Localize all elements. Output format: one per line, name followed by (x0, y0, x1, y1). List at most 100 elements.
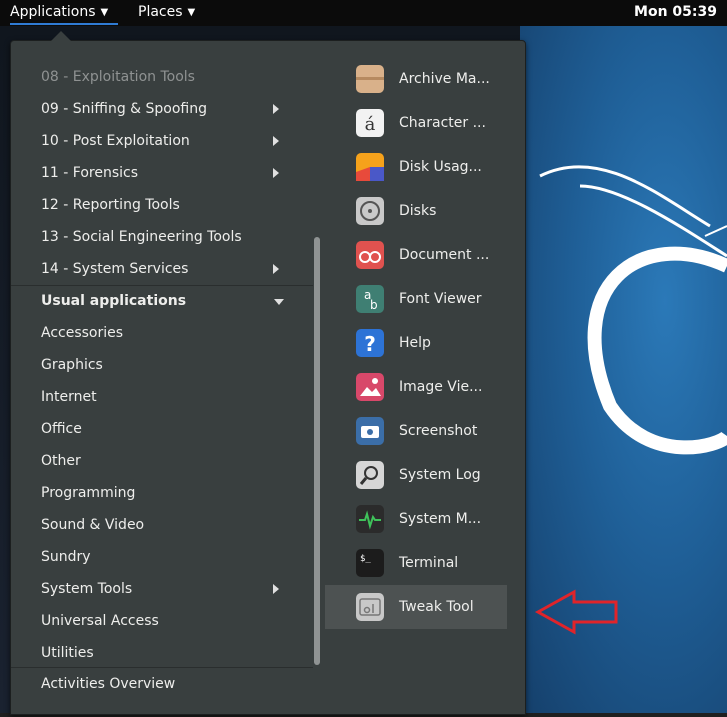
help-icon: ? (355, 328, 385, 358)
app-item[interactable]: ? Help (325, 321, 507, 365)
app-label: Archive Ma... (399, 71, 490, 87)
app-label: Document ... (399, 247, 490, 263)
category-item[interactable]: 09 - Sniffing & Spoofing (11, 93, 313, 125)
svg-text:?: ? (364, 332, 376, 356)
app-item[interactable]: System Log (325, 453, 507, 497)
app-item[interactable]: Screenshot (325, 409, 507, 453)
app-item[interactable]: Disks (325, 189, 507, 233)
disks-icon (355, 196, 385, 226)
app-item[interactable]: System M... (325, 497, 507, 541)
app-item[interactable]: Document ... (325, 233, 507, 277)
category-label: System Tools (41, 581, 133, 597)
font-viewer-icon: ab (355, 284, 385, 314)
app-label: Font Viewer (399, 291, 482, 307)
app-item[interactable]: $_ Terminal (325, 541, 507, 585)
category-item[interactable]: 12 - Reporting Tools (11, 189, 313, 221)
category-item[interactable]: 11 - Forensics (11, 157, 313, 189)
category-label: Other (41, 453, 81, 469)
category-item[interactable]: System Tools (11, 573, 313, 605)
category-label: 11 - Forensics (41, 165, 138, 181)
chevron-down-icon: ▼ (187, 7, 196, 18)
chevron-down-icon: ▼ (100, 7, 109, 18)
category-label: Office (41, 421, 82, 437)
app-label: Terminal (399, 555, 459, 571)
app-item[interactable]: Disk Usag... (325, 145, 507, 189)
category-label: Programming (41, 485, 136, 501)
category-item[interactable]: Accessories (11, 317, 313, 349)
category-label: 10 - Post Exploitation (41, 133, 190, 149)
category-label: 13 - Social Engineering Tools (41, 229, 242, 245)
app-label: Help (399, 335, 431, 351)
category-item[interactable]: Internet (11, 381, 313, 413)
app-label: Tweak Tool (399, 599, 474, 615)
category-label: Accessories (41, 325, 124, 341)
red-arrow-icon (534, 589, 618, 635)
svg-text:á: á (365, 114, 376, 135)
activities-overview-item[interactable]: Activities Overview (11, 668, 525, 700)
chevron-right-icon (273, 104, 279, 114)
app-list: Archive Ma... á Character ... Disk Usag... D… (325, 57, 509, 629)
category-item[interactable]: Sundry (11, 541, 313, 573)
app-label: Character ... (399, 115, 486, 131)
app-item[interactable]: á Character ... (325, 101, 507, 145)
svg-text:b: b (370, 298, 378, 312)
app-item[interactable]: a b Font Viewer (325, 277, 507, 321)
svg-text:$_: $_ (360, 554, 371, 564)
category-label: Sundry (41, 549, 91, 565)
scrollbar[interactable] (314, 237, 320, 665)
category-item[interactable]: Programming (11, 477, 313, 509)
category-item[interactable]: 08 - Exploitation Tools (11, 61, 313, 93)
category-item[interactable]: 13 - Social Engineering Tools (11, 221, 313, 253)
applications-label: Applications (10, 4, 96, 20)
places-menu-button[interactable]: Places ▼ (138, 0, 195, 26)
top-panel: Applications ▼ Places ▼ Mon 05:39 (0, 0, 727, 26)
applications-menu: 08 - Exploitation Tools 09 - Sniffing & S… (10, 40, 526, 715)
category-item[interactable]: Other (11, 445, 313, 477)
chevron-down-icon (274, 299, 284, 305)
app-item[interactable]: Tweak Tool (325, 585, 507, 629)
tweak-tool-icon (355, 592, 385, 622)
archive-icon (355, 64, 385, 94)
character-map-icon: á (355, 108, 385, 138)
category-label: Utilities (41, 645, 94, 661)
category-item[interactable]: Universal Access (11, 605, 313, 637)
category-item[interactable]: 10 - Post Exploitation (11, 125, 313, 157)
disk-usage-icon (355, 152, 385, 182)
category-label: 09 - Sniffing & Spoofing (41, 101, 208, 117)
terminal-icon: $_ (355, 548, 385, 578)
category-label: Sound & Video (41, 517, 145, 533)
system-log-icon (355, 460, 385, 490)
document-viewer-icon (355, 240, 385, 270)
app-item[interactable]: Image Vie... (325, 365, 507, 409)
app-label: System M... (399, 511, 482, 527)
category-label: Universal Access (41, 613, 159, 629)
places-label: Places (138, 4, 183, 20)
image-viewer-icon (355, 372, 385, 402)
app-label: Disks (399, 203, 437, 219)
category-item[interactable]: 14 - System Services (11, 253, 313, 285)
app-item[interactable]: Archive Ma... (325, 57, 507, 101)
category-label: Internet (41, 389, 97, 405)
category-item[interactable]: Usual applications (11, 285, 313, 317)
category-label: 08 - Exploitation Tools (41, 69, 195, 85)
category-label: 14 - System Services (41, 261, 189, 277)
app-label: Disk Usag... (399, 159, 482, 175)
category-item[interactable]: Utilities (11, 637, 313, 669)
app-label: Image Vie... (399, 379, 483, 395)
applications-menu-button[interactable]: Applications ▼ (10, 0, 119, 26)
menu-caret (51, 31, 71, 41)
category-label: 12 - Reporting Tools (41, 197, 180, 213)
chevron-right-icon (273, 584, 279, 594)
chevron-right-icon (273, 264, 279, 274)
screenshot-icon (355, 416, 385, 446)
category-item[interactable]: Sound & Video (11, 509, 313, 541)
category-label: Graphics (41, 357, 103, 373)
chevron-right-icon (273, 168, 279, 178)
category-item[interactable]: Graphics (11, 349, 313, 381)
app-label: Screenshot (399, 423, 478, 439)
category-item[interactable]: Office (11, 413, 313, 445)
category-label: Usual applications (41, 293, 187, 309)
separator (11, 285, 313, 286)
clock[interactable]: Mon 05:39 (634, 0, 717, 26)
category-list: 08 - Exploitation Tools 09 - Sniffing & S… (11, 61, 313, 669)
